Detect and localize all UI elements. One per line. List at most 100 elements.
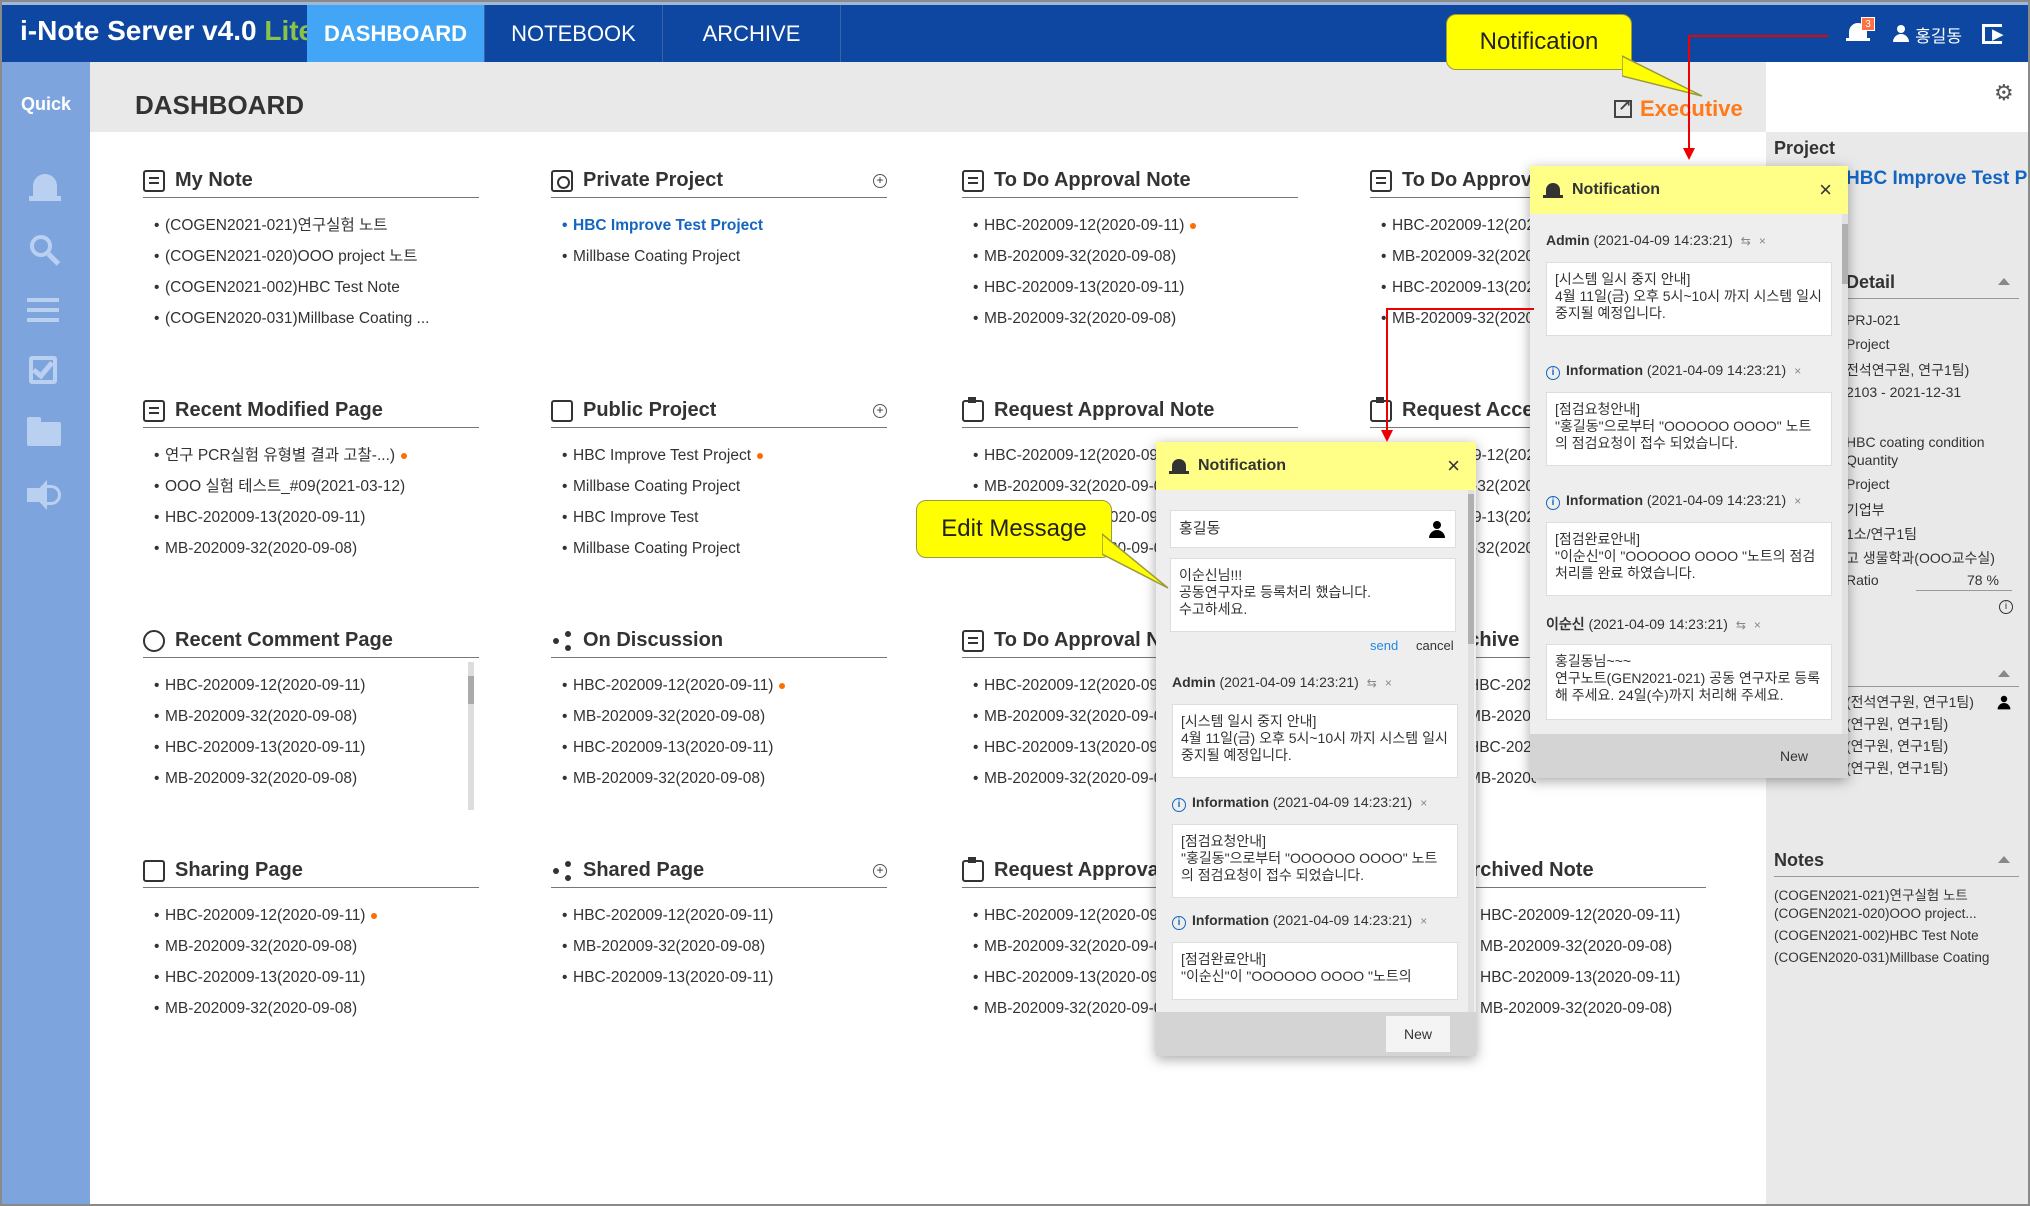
- list-item[interactable]: Millbase Coating Project: [551, 471, 887, 502]
- delete-icon[interactable]: ×: [1754, 618, 1761, 632]
- popup-scrollbar[interactable]: [1842, 214, 1848, 734]
- add-icon[interactable]: +: [873, 173, 887, 188]
- popup-header: Notification ×: [1156, 442, 1476, 490]
- note-item[interactable]: (COGEN2020-031)Millbase Coating: [1774, 950, 1989, 965]
- list-item[interactable]: MB-202009-32(2020-09-08): [1458, 993, 1706, 1024]
- delete-icon[interactable]: ×: [1420, 914, 1427, 928]
- note-item[interactable]: (COGEN2021-002)HBC Test Note: [1774, 928, 1979, 943]
- delete-icon[interactable]: ×: [1385, 676, 1392, 690]
- tab-archive[interactable]: ARCHIVE: [663, 5, 841, 62]
- list-item[interactable]: HBC-202009-12(2020-09-11): [551, 900, 887, 931]
- add-member-icon[interactable]: [1997, 695, 2011, 710]
- send-button[interactable]: send: [1370, 638, 1398, 653]
- sidebar-list-icon[interactable]: [27, 294, 63, 330]
- list-item[interactable]: HBC Improve Test: [551, 502, 887, 533]
- list-item[interactable]: Millbase Coating Project: [551, 533, 887, 564]
- app-logo[interactable]: i-Note Server v4.0 Lite: [20, 15, 314, 47]
- list-item[interactable]: MB-202009-32(2020-09-08): [143, 931, 479, 962]
- comment-scrollbar[interactable]: [468, 662, 474, 810]
- sidebar-checkbox-icon[interactable]: [27, 354, 63, 390]
- list-item[interactable]: MB-202009-32(2020-09-08): [143, 763, 479, 794]
- list-item[interactable]: HBC Improve Test Project: [551, 440, 887, 471]
- delete-icon[interactable]: ×: [1420, 796, 1427, 810]
- list-item[interactable]: MB-202009-32(2020-09-08): [143, 993, 479, 1024]
- notification-count-badge: 3: [1861, 17, 1876, 31]
- users-icon: [551, 399, 573, 422]
- user-menu[interactable]: 홍길동: [1893, 22, 1962, 47]
- notification-popup: Notification × Admin (2021-04-09 14:23:21…: [1530, 166, 1848, 778]
- list-item[interactable]: (COGEN2021-020)OOO project 노트: [143, 241, 479, 272]
- section-recent-comment: Recent Comment Page HBC-202009-12(2020-0…: [143, 628, 479, 794]
- list-item[interactable]: 연구 PCR실험 유형별 결과 고찰-...): [143, 440, 479, 471]
- project-name[interactable]: HBC Improve Test Project: [1846, 168, 2028, 190]
- list-item[interactable]: MB-202009-32(2020-09-08): [551, 763, 887, 794]
- list-item[interactable]: HBC Improve Test Project: [551, 210, 887, 241]
- sidebar-search-icon[interactable]: [27, 232, 63, 268]
- logout-icon[interactable]: [1982, 24, 2004, 44]
- sidebar-folder-icon[interactable]: [27, 414, 63, 450]
- recipient-input[interactable]: 홍길동: [1170, 510, 1456, 548]
- add-icon[interactable]: +: [873, 403, 887, 418]
- list-item[interactable]: HBC-202009-13(2020-09-11): [551, 962, 887, 993]
- list-item[interactable]: HBC-202009-13(2020-09-11): [1458, 962, 1706, 993]
- list-item[interactable]: MB-202009-32(2020-09-08): [143, 533, 479, 564]
- detail-line: Project: [1846, 476, 1890, 492]
- info-icon[interactable]: i: [1999, 600, 2013, 614]
- tab-dashboard[interactable]: DASHBOARD: [307, 5, 485, 62]
- list-item[interactable]: HBC-202009-13(2020-09-11): [143, 962, 479, 993]
- edit-message-callout-pointer: [1102, 533, 1169, 589]
- note-item[interactable]: (COGEN2021-021)연구실험 노트: [1774, 884, 1968, 904]
- list-item[interactable]: MB-202009-32(2020-09-08): [962, 241, 1298, 272]
- list-item[interactable]: (COGEN2020-031)Millbase Coating ...: [143, 303, 479, 334]
- list-item[interactable]: MB-202009-32(2020-09-08): [1458, 931, 1706, 962]
- list-item[interactable]: HBC-202009-13(2020-09-11): [551, 732, 887, 763]
- new-button[interactable]: New: [1386, 1016, 1450, 1052]
- list-item[interactable]: (COGEN2021-021)연구실험 노트: [143, 210, 479, 241]
- list-item[interactable]: HBC-202009-12(2020-09-11): [551, 670, 887, 701]
- message-textarea[interactable]: 이순신님!!! 공동연구자로 등록처리 했습니다. 수고하세요.: [1170, 558, 1456, 632]
- collapse-icon[interactable]: [1998, 856, 2010, 863]
- reply-icon[interactable]: ⇆: [1367, 676, 1377, 690]
- info-icon: i: [1172, 916, 1186, 930]
- list-item[interactable]: Millbase Coating Project: [551, 241, 887, 272]
- list-item[interactable]: (COGEN2021-002)HBC Test Note: [143, 272, 479, 303]
- list-item[interactable]: HBC-202009-12(2020-09-11): [143, 900, 479, 931]
- list-item[interactable]: MB-202009-32(2020-09-08): [551, 931, 887, 962]
- list-item[interactable]: MB-202009-32(2020-09-08): [1370, 241, 1530, 272]
- close-icon[interactable]: ×: [1819, 177, 1832, 203]
- section-on-discussion: On Discussion HBC-202009-12(2020-09-11) …: [551, 628, 887, 794]
- list-item[interactable]: HBC-202009-12(2020-09-11): [1458, 900, 1706, 931]
- new-button[interactable]: New: [1762, 738, 1826, 774]
- notification-button[interactable]: 3: [1845, 17, 1876, 49]
- detail-line: Ratio: [1846, 572, 1879, 588]
- list-item[interactable]: HBC-202009-13(2020-09-11): [962, 272, 1298, 303]
- gear-icon[interactable]: ⚙: [1994, 80, 2014, 106]
- list-item[interactable]: HBC-202009-13(2020-09-11): [143, 732, 479, 763]
- list-item[interactable]: MB-202009-32(2020-09-08): [962, 303, 1298, 334]
- list-item[interactable]: HBC-202009-13(2020-09-11): [143, 502, 479, 533]
- list-item[interactable]: HBC-202009-12(2020-09-11): [1370, 210, 1530, 241]
- reply-icon[interactable]: ⇆: [1736, 618, 1746, 632]
- collapse-icon[interactable]: [1998, 278, 2010, 285]
- tab-notebook[interactable]: NOTEBOOK: [485, 5, 663, 62]
- sidebar-speaker-icon[interactable]: [27, 478, 63, 514]
- list-item[interactable]: MB-202009-32(2020-09-08): [143, 701, 479, 732]
- delete-icon[interactable]: ×: [1794, 494, 1801, 508]
- cancel-button[interactable]: cancel: [1416, 638, 1454, 653]
- add-icon[interactable]: +: [873, 863, 887, 878]
- reply-icon[interactable]: ⇆: [1741, 234, 1751, 248]
- list-item[interactable]: OOO 실험 테스트_#09(2021-03-12): [143, 471, 479, 502]
- list-item[interactable]: HBC-202009-12(2020-09-11): [962, 210, 1298, 241]
- close-icon[interactable]: ×: [1447, 453, 1460, 479]
- list-item[interactable]: HBC-202009-12(2020-09-11): [143, 670, 479, 701]
- popup-scrollbar[interactable]: [1468, 490, 1474, 1012]
- user-picker-icon[interactable]: [1429, 521, 1445, 539]
- delete-icon[interactable]: ×: [1759, 234, 1766, 248]
- note-item[interactable]: (COGEN2021-020)OOO project...: [1774, 906, 1977, 921]
- section-recent-modified: Recent Modified Page 연구 PCR실험 유형별 결과 고찰-…: [143, 398, 479, 564]
- collapse-icon[interactable]: [1998, 670, 2010, 677]
- sidebar-bell-icon[interactable]: [27, 170, 63, 206]
- list-item[interactable]: HBC-202009-13(2020-09-11): [1370, 272, 1530, 303]
- delete-icon[interactable]: ×: [1794, 364, 1801, 378]
- list-item[interactable]: MB-202009-32(2020-09-08): [551, 701, 887, 732]
